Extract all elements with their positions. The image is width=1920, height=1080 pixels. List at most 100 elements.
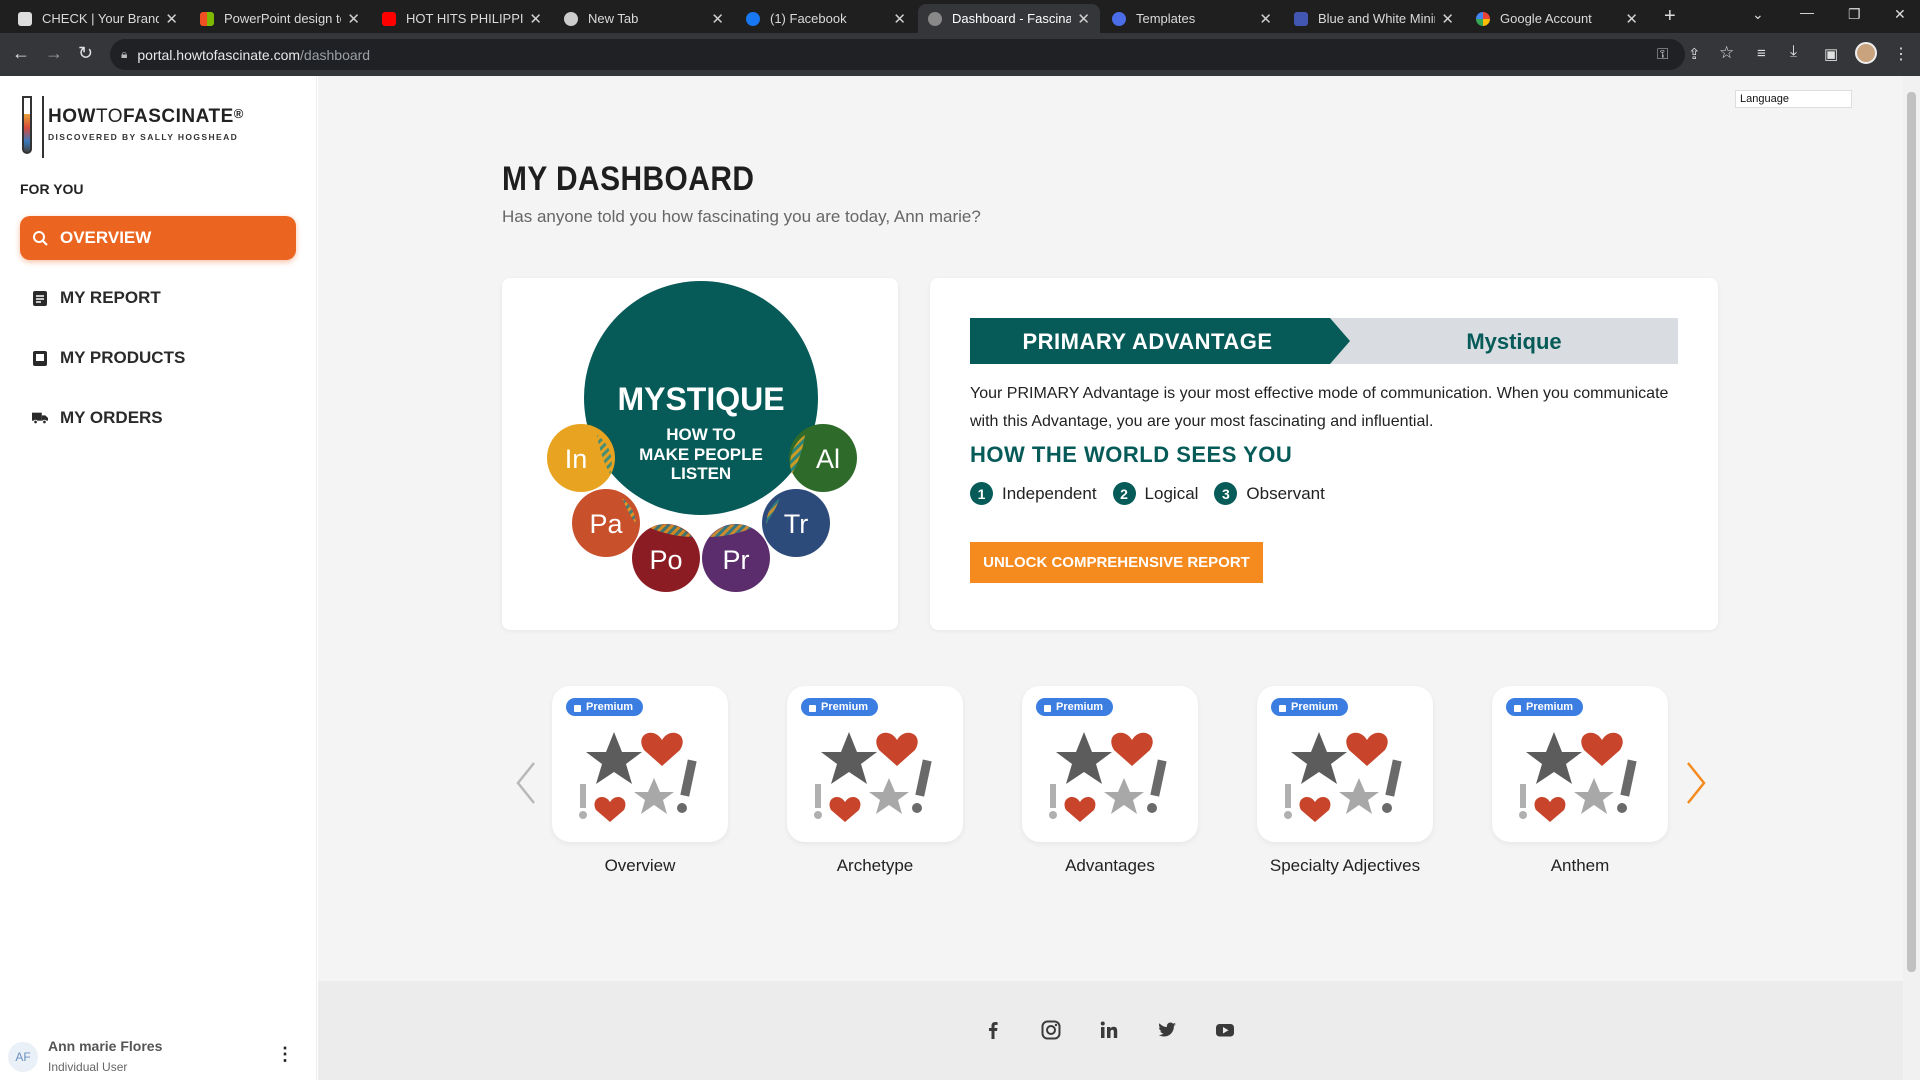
advantage-banner-label-box: PRIMARY ADVANTAGE	[970, 318, 1350, 364]
bubble-label: Po	[649, 545, 682, 575]
trait-number: 1	[970, 482, 993, 505]
lock-icon	[1279, 704, 1286, 712]
advantage-banner-value: Mystique	[1466, 329, 1562, 354]
sidebar-item-overview[interactable]: OVERVIEW	[20, 216, 296, 260]
brand-logo[interactable]: HOWTOFASCINATE® DISCOVERED BY SALLY HOGS…	[20, 94, 280, 164]
products-icon	[32, 350, 48, 366]
logo-word-fascinate: FASCINATE	[122, 106, 234, 127]
product-label[interactable]: Specialty Adjectives	[1257, 856, 1433, 876]
close-icon[interactable]: ✕	[1625, 10, 1638, 28]
browser-tab[interactable]: (1) Facebook ✕	[736, 4, 916, 33]
reload-icon[interactable]: ↻	[78, 43, 93, 64]
browser-tab-active[interactable]: Dashboard - Fascinat ✕	[918, 4, 1100, 33]
product-card-overview[interactable]: Premium	[552, 686, 728, 842]
address-bar[interactable]: 🔒︎ portal.howtofascinate.com /dashboard …	[110, 39, 1685, 70]
close-icon[interactable]: ✕	[711, 10, 724, 28]
window-close-icon[interactable]: ✕	[1894, 6, 1906, 23]
browser-tab[interactable]: Blue and White Minir ✕	[1284, 4, 1464, 33]
product-label[interactable]: Overview	[552, 856, 728, 876]
bubble-label: Tr	[784, 509, 808, 539]
premium-badge: Premium	[1271, 698, 1349, 716]
browser-tab[interactable]: HOT HITS PHILIPPINE ✕	[372, 4, 552, 33]
tab-favicon	[200, 11, 214, 26]
traits-list: 1 Independent 2 Logical 3 Observant	[970, 482, 1341, 505]
new-tab-icon[interactable]: +	[1664, 5, 1676, 28]
close-icon[interactable]: ✕	[1441, 10, 1454, 28]
sidebar-item-my-products[interactable]: MY PRODUCTS	[20, 336, 296, 380]
sidebar-item-my-orders[interactable]: MY ORDERS	[20, 396, 296, 440]
logo-word-to: TO	[95, 106, 123, 127]
facebook-icon[interactable]	[982, 1019, 1004, 1041]
language-selector[interactable]: Language	[1735, 90, 1852, 108]
browser-tab[interactable]: Templates ✕	[1102, 4, 1282, 33]
tab-search-icon[interactable]: ⌄	[1752, 6, 1764, 23]
archetype-tagline-2: MAKE PEOPLE	[639, 445, 763, 464]
logo-divider	[42, 96, 44, 158]
bookmark-star-icon[interactable]: ☆	[1719, 43, 1734, 63]
close-icon[interactable]: ✕	[529, 10, 542, 28]
close-icon[interactable]: ✕	[893, 10, 906, 28]
trait-item: 2 Logical	[1112, 482, 1198, 505]
forward-icon[interactable]: →	[45, 43, 63, 64]
trait-item: 1 Independent	[970, 482, 1097, 505]
tab-title: CHECK | Your Brandin	[42, 11, 160, 26]
product-card-advantages[interactable]: Premium	[1022, 686, 1198, 842]
product-card-archetype[interactable]: Premium	[787, 686, 963, 842]
unlock-report-button[interactable]: UNLOCK COMPREHENSIVE REPORT	[970, 542, 1263, 583]
restore-icon[interactable]: ❐	[1848, 6, 1861, 23]
logo-registered-mark: ®	[233, 106, 244, 121]
side-panel-icon[interactable]: ▣	[1824, 45, 1838, 63]
browser-tab[interactable]: PowerPoint design te ✕	[190, 4, 370, 33]
carousel-prev-arrow-icon[interactable]	[512, 759, 542, 807]
main-content: Language MY DASHBOARD Has anyone told yo…	[318, 76, 1903, 1080]
close-icon[interactable]: ✕	[165, 10, 178, 28]
product-label[interactable]: Archetype	[787, 856, 963, 876]
scrollbar-thumb[interactable]	[1907, 92, 1916, 972]
youtube-icon[interactable]	[1214, 1019, 1236, 1041]
carousel-next-arrow-icon[interactable]	[1680, 759, 1710, 807]
more-options-icon[interactable]: ⋮	[276, 1044, 294, 1065]
page-title: MY DASHBOARD	[502, 160, 755, 198]
menu-icon[interactable]: ⋮	[1893, 44, 1909, 64]
url-path: /dashboard	[300, 46, 371, 63]
back-icon[interactable]: ←	[12, 43, 30, 64]
trait-item: 3 Observant	[1214, 482, 1325, 505]
sidebar-item-my-report[interactable]: MY REPORT	[20, 276, 296, 320]
browser-tab[interactable]: New Tab ✕	[554, 4, 734, 33]
lock-icon	[1514, 704, 1521, 712]
instagram-icon[interactable]	[1040, 1019, 1062, 1041]
avatar: AF	[8, 1042, 38, 1072]
product-illustration-icon	[1049, 732, 1167, 822]
key-icon[interactable]: ⚿	[1657, 46, 1668, 63]
share-icon[interactable]: ⇪	[1688, 45, 1701, 63]
profile-avatar-icon[interactable]	[1855, 42, 1877, 64]
twitter-icon[interactable]	[1156, 1019, 1178, 1041]
media-icon[interactable]: ≡	[1757, 45, 1766, 62]
product-label[interactable]: Anthem	[1492, 856, 1668, 876]
lock-icon: 🔒︎	[121, 47, 128, 61]
lock-icon	[809, 704, 816, 712]
linkedin-icon[interactable]	[1098, 1019, 1120, 1041]
close-icon[interactable]: ✕	[347, 10, 360, 28]
close-icon[interactable]: ✕	[1259, 10, 1272, 28]
premium-badge: Premium	[801, 698, 879, 716]
product-label[interactable]: Advantages	[1022, 856, 1198, 876]
sidebar-item-label: MY REPORT	[60, 288, 161, 307]
product-card-anthem[interactable]: Premium	[1492, 686, 1668, 842]
product-illustration-icon	[1519, 732, 1637, 822]
user-profile[interactable]: AF Ann marie Flores Individual User ⋮	[8, 1034, 308, 1080]
browser-tab[interactable]: CHECK | Your Brandin ✕	[8, 4, 188, 33]
close-icon[interactable]: ✕	[1077, 10, 1090, 28]
page-scrollbar[interactable]	[1903, 76, 1920, 1080]
product-illustration-icon	[1284, 732, 1402, 822]
report-icon	[32, 290, 48, 306]
product-card-specialty-adjectives[interactable]: Premium	[1257, 686, 1433, 842]
bubble-label: Pa	[589, 509, 623, 539]
logo-word-how: HOW	[48, 106, 96, 127]
download-icon[interactable]: ⤓	[1790, 43, 1797, 61]
premium-badge-label: Premium	[1291, 701, 1339, 713]
tab-favicon	[746, 11, 760, 26]
minimize-icon[interactable]: —	[1800, 4, 1814, 20]
advantage-banner-label: PRIMARY ADVANTAGE	[1022, 329, 1273, 354]
browser-tab[interactable]: Google Account ✕	[1466, 4, 1648, 33]
